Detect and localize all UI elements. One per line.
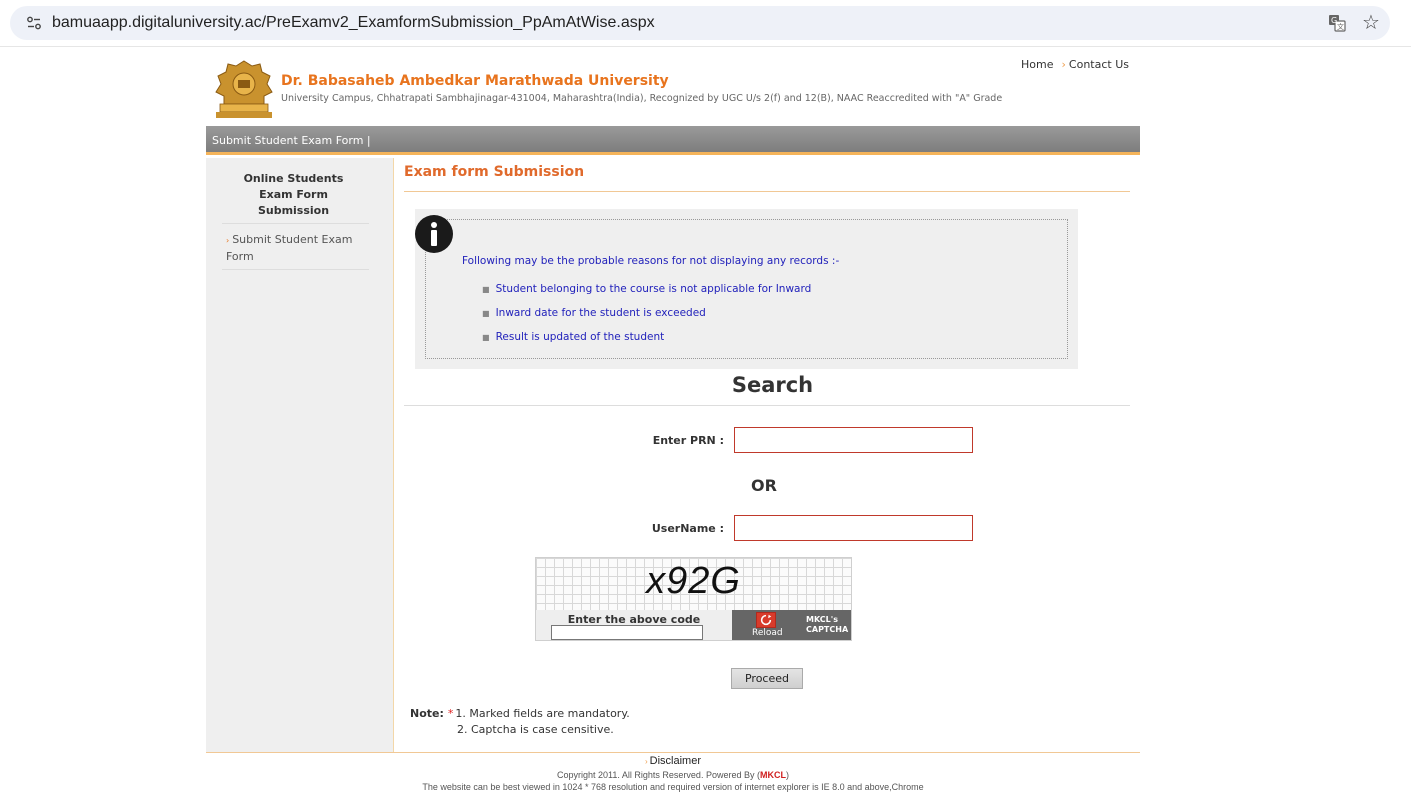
reason-item: ■ Student belonging to the course is not … xyxy=(482,283,811,295)
divider xyxy=(206,752,1140,753)
info-box-border: Following may be the probable reasons fo… xyxy=(415,215,1068,359)
footer: › Disclaimer Copyright 2011. All Rights R… xyxy=(206,754,1140,793)
captcha-brand: MKCL's CAPTCHA xyxy=(806,615,849,634)
note-label: Note: xyxy=(410,707,444,720)
divider xyxy=(222,223,369,224)
info-box: Following may be the probable reasons fo… xyxy=(415,209,1078,369)
main-content: Exam form Submission Following may be th… xyxy=(393,158,1140,752)
divider xyxy=(222,269,369,270)
university-address: University Campus, Chhatrapati Sambhajin… xyxy=(281,93,1003,104)
note-text: 1. Marked fields are mandatory. xyxy=(455,707,630,720)
username-input[interactable] xyxy=(734,515,973,541)
captcha-widget: x92G Enter the above code Reload MKCL's … xyxy=(535,557,852,641)
copyright-text: Copyright 2011. All Rights Reserved. Pow… xyxy=(206,769,1140,781)
star-icon[interactable]: ☆ xyxy=(1362,10,1380,34)
reason-item: ■ Inward date for the student is exceeded xyxy=(482,307,706,319)
note-line: 2. Captcha is case censitive. xyxy=(410,722,630,738)
site-settings-icon[interactable] xyxy=(26,15,42,31)
disclaimer-link[interactable]: › Disclaimer xyxy=(206,754,1140,769)
address-bar[interactable]: bamuaapp.digitaluniversity.ac/PreExamv2_… xyxy=(10,6,1390,40)
browser-toolbar: bamuaapp.digitaluniversity.ac/PreExamv2_… xyxy=(0,0,1411,47)
top-links: Home › Contact Us xyxy=(1021,58,1129,71)
disclaimer-label: Disclaimer xyxy=(649,755,701,767)
bullet-icon: › xyxy=(226,236,230,245)
copyright-prefix: Copyright 2011. All Rights Reserved. Pow… xyxy=(557,770,760,780)
search-heading: Search xyxy=(731,373,814,397)
captcha-controls: Reload MKCL's CAPTCHA xyxy=(732,610,851,640)
home-link[interactable]: Home xyxy=(1021,58,1053,71)
reload-icon[interactable] xyxy=(756,612,776,628)
note-line: Note: * 1. Marked fields are mandatory. xyxy=(410,706,630,722)
svg-text:文: 文 xyxy=(1337,22,1344,31)
captcha-entry-area: Enter the above code xyxy=(536,610,732,640)
bullet-icon: ■ xyxy=(482,333,490,342)
bullet-icon: ■ xyxy=(482,309,490,318)
page-title: Exam form Submission xyxy=(404,164,585,180)
url-text[interactable]: bamuaapp.digitaluniversity.ac/PreExamv2_… xyxy=(52,14,655,32)
university-name: Dr. Babasaheb Ambedkar Marathwada Univer… xyxy=(281,73,669,89)
note-text: 2. Captcha is case censitive. xyxy=(457,723,614,736)
copyright-suffix: ) xyxy=(785,770,789,780)
prn-input[interactable] xyxy=(734,427,973,453)
captcha-input[interactable] xyxy=(551,625,703,640)
divider xyxy=(404,191,1130,192)
sidebar-title: Online Students Exam Form Submission xyxy=(243,172,344,217)
sidebar: Online Students Exam Form Submission › Su… xyxy=(206,158,393,752)
reload-label[interactable]: Reload xyxy=(752,628,783,638)
mkcl-link[interactable]: MKCL xyxy=(760,770,786,780)
contact-us-link[interactable]: Contact Us xyxy=(1069,58,1129,71)
reason-text: Inward date for the student is exceeded xyxy=(495,307,706,319)
info-icon xyxy=(415,215,453,253)
captcha-code: x92G xyxy=(646,560,741,602)
or-separator: OR xyxy=(751,476,777,495)
university-logo-icon xyxy=(212,58,276,120)
mandatory-star: * xyxy=(447,707,454,720)
username-label: UserName : xyxy=(651,522,724,535)
info-lead-text: Following may be the probable reasons fo… xyxy=(462,255,840,267)
captcha-image: x92G xyxy=(536,558,851,610)
page-container: Home › Contact Us Dr. Babasaheb Ambedkar M… xyxy=(206,48,1140,798)
sidebar-item-label: Submit Student Exam Form xyxy=(226,233,353,263)
reason-text: Student belonging to the course is not a… xyxy=(495,283,812,295)
sidebar-item-submit-exam-form[interactable]: › Submit Student Exam Form xyxy=(226,232,376,265)
translate-icon[interactable]: G 文 xyxy=(1328,14,1346,32)
chevron-right-icon: › xyxy=(1061,58,1066,71)
bullet-icon: ■ xyxy=(482,285,490,294)
resolution-note: The website can be best viewed in 1024 *… xyxy=(422,782,924,792)
divider xyxy=(404,405,1130,406)
reason-text: Result is updated of the student xyxy=(495,331,665,343)
reason-item: ■ Result is updated of the student xyxy=(482,331,664,343)
nav-bar: Submit Student Exam Form | xyxy=(206,126,1140,155)
nav-submit-exam-form[interactable]: Submit Student Exam Form | xyxy=(212,134,371,147)
chevron-right-icon: › xyxy=(644,757,648,766)
prn-label: Enter PRN : xyxy=(652,434,724,447)
proceed-button[interactable]: Proceed xyxy=(731,668,803,689)
note-block: Note: * 1. Marked fields are mandatory. 2.… xyxy=(410,706,630,738)
